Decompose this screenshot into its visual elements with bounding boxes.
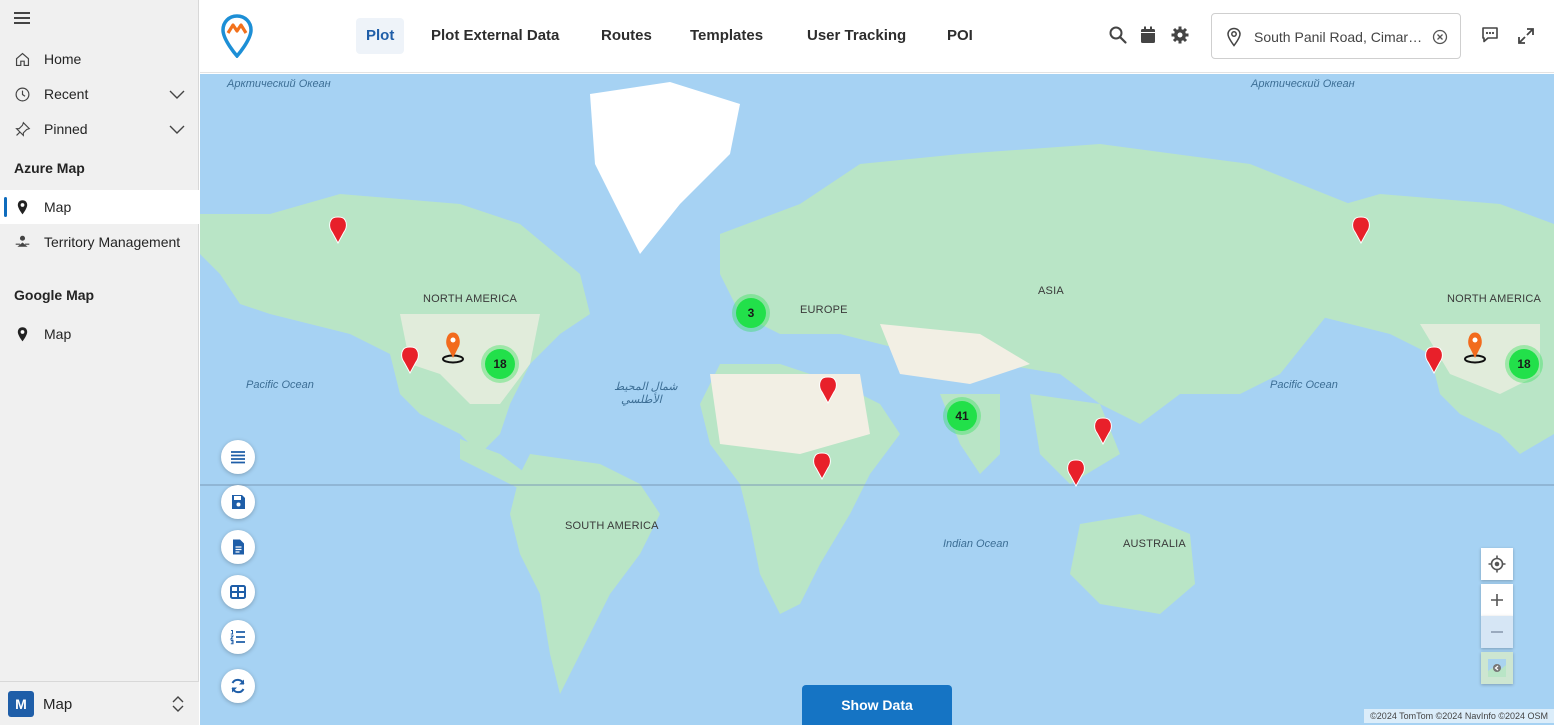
clear-circle-icon[interactable] xyxy=(1432,29,1448,45)
gear-icon[interactable] xyxy=(1170,25,1190,45)
sidebar: Home Recent Pinned Azure Map Map Territo… xyxy=(0,0,199,725)
chat-icon[interactable] xyxy=(1480,24,1500,44)
map-marker-red[interactable] xyxy=(1066,457,1086,487)
sidebar-item-label: Map xyxy=(44,199,72,215)
group-title-azure-map: Azure Map xyxy=(14,160,85,176)
marker-cluster[interactable]: 3 xyxy=(736,298,766,328)
tab-user-tracking[interactable]: User Tracking xyxy=(797,18,916,54)
area-badge: M xyxy=(8,691,34,717)
app-logo-icon xyxy=(221,14,253,58)
tab-plot-external-data[interactable]: Plot External Data xyxy=(421,18,569,54)
ocean-label-pacific: Pacific Ocean xyxy=(246,379,314,391)
document-button[interactable] xyxy=(221,530,255,564)
hamburger-menu-icon[interactable] xyxy=(14,12,30,26)
area-switcher[interactable]: M Map xyxy=(0,681,199,725)
top-header: Plot Plot External Data Routes Templates… xyxy=(200,0,1554,73)
map-marker-red[interactable] xyxy=(328,214,348,244)
clock-icon xyxy=(15,87,30,102)
grid-button[interactable] xyxy=(221,575,255,609)
plus-icon xyxy=(1491,594,1503,606)
continent-label-north-america: NORTH AMERICA xyxy=(423,293,518,305)
continent-label-asia: ASIA xyxy=(1038,285,1064,297)
sidebar-item-label: Pinned xyxy=(44,121,88,137)
location-search-value: South Panil Road, Cimarron, Kansas xyxy=(1254,29,1426,45)
tab-templates[interactable]: Templates xyxy=(680,18,773,54)
continent-label-south-america: SOUTH AMERICA xyxy=(565,520,659,532)
continent-label-europe: EUROPE xyxy=(800,304,848,316)
sidebar-item-home[interactable]: Home xyxy=(0,42,199,76)
location-search-input[interactable]: South Panil Road, Cimarron, Kansas xyxy=(1211,13,1461,59)
numbered-list-icon xyxy=(229,630,245,645)
map-marker-red[interactable] xyxy=(1351,214,1371,244)
save-button[interactable] xyxy=(221,485,255,519)
chevron-down-icon[interactable] xyxy=(169,122,185,136)
tab-routes[interactable]: Routes xyxy=(591,18,662,54)
sidebar-item-label: Home xyxy=(44,51,82,67)
territory-icon xyxy=(15,235,30,247)
ocean-label-indian: Indian Ocean xyxy=(943,538,1009,550)
location-pin-icon xyxy=(1227,27,1241,47)
ocean-label-atlantic-ar: الأطلسي xyxy=(621,394,662,406)
tab-poi[interactable]: POI xyxy=(937,18,983,54)
map-marker-red[interactable] xyxy=(812,450,832,480)
calendar-icon[interactable] xyxy=(1138,25,1158,45)
ocean-label-atlantic-ar: شمال المحيط xyxy=(614,381,678,393)
world-map-tiles xyxy=(200,82,1554,694)
show-data-button[interactable]: Show Data xyxy=(802,685,952,725)
refresh-button[interactable] xyxy=(221,669,255,703)
area-label: Map xyxy=(43,696,73,713)
sidebar-item-pinned[interactable]: Pinned xyxy=(0,112,199,146)
search-icon[interactable] xyxy=(1108,25,1128,45)
marker-cluster[interactable]: 18 xyxy=(485,349,515,379)
chevron-up-down-icon xyxy=(172,696,184,712)
sidebar-item-azure-map[interactable]: Map xyxy=(0,190,199,224)
ocean-label-arctic: Арктический Океан xyxy=(1251,78,1355,90)
map-canvas[interactable]: Арктический Океан Арктический Океан Paci… xyxy=(200,74,1554,725)
expand-icon[interactable] xyxy=(1516,26,1536,46)
map-marker-red[interactable] xyxy=(400,344,420,374)
list-icon xyxy=(231,451,245,464)
ocean-label-pacific: Pacific Ocean xyxy=(1270,379,1338,391)
map-marker-red[interactable] xyxy=(1093,415,1113,445)
sidebar-item-label: Territory Management xyxy=(44,234,181,250)
my-location-button[interactable] xyxy=(1481,548,1513,580)
ocean-label-arctic: Арктический Океан xyxy=(227,78,331,90)
marker-cluster[interactable]: 41 xyxy=(947,401,977,431)
minus-icon xyxy=(1491,631,1503,633)
marker-cluster[interactable]: 18 xyxy=(1509,349,1539,379)
chevron-down-icon[interactable] xyxy=(169,87,185,101)
sidebar-item-recent[interactable]: Recent xyxy=(0,77,199,111)
pin-icon xyxy=(15,121,31,137)
document-icon xyxy=(233,539,244,555)
ordered-list-button[interactable] xyxy=(221,620,255,654)
list-button[interactable] xyxy=(221,440,255,474)
map-style-icon xyxy=(1488,659,1506,677)
map-copyright: ©2024 TomTom ©2024 NavInfo ©2024 OSM xyxy=(1364,709,1554,723)
home-icon xyxy=(15,52,30,67)
sidebar-item-territory-management[interactable]: Territory Management xyxy=(0,225,199,259)
zoom-in-button[interactable] xyxy=(1481,584,1513,616)
continent-label-north-america: NORTH AMERICA xyxy=(1447,293,1542,305)
save-icon xyxy=(232,495,245,509)
zoom-out-button[interactable] xyxy=(1481,616,1513,648)
crosshair-icon xyxy=(1488,555,1506,573)
refresh-icon xyxy=(231,678,245,694)
sidebar-item-label: Map xyxy=(44,326,72,342)
table-icon xyxy=(230,585,246,599)
sidebar-item-google-map[interactable]: Map xyxy=(0,317,199,351)
continent-label-australia: AUSTRALIA xyxy=(1123,538,1186,550)
current-location-marker[interactable] xyxy=(440,330,466,364)
map-marker-red[interactable] xyxy=(1424,344,1444,374)
tab-plot[interactable]: Plot xyxy=(356,18,405,54)
map-marker-red[interactable] xyxy=(818,374,838,404)
map-marker-icon xyxy=(17,327,28,342)
map-marker-icon xyxy=(17,200,28,215)
current-location-marker[interactable] xyxy=(1462,330,1488,364)
group-title-google-map: Google Map xyxy=(14,287,95,303)
sidebar-item-label: Recent xyxy=(44,86,89,102)
map-style-button[interactable] xyxy=(1481,652,1513,684)
